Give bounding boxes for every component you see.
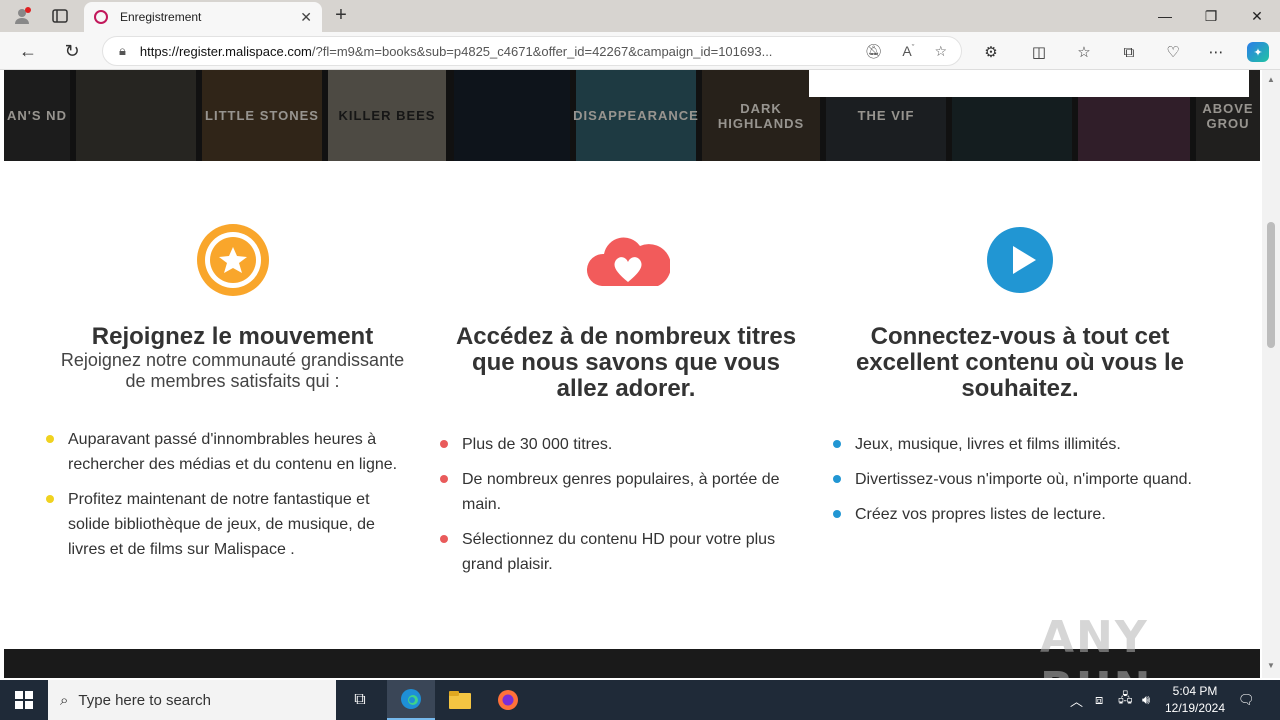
clock-time: 5:04 PM [1172, 684, 1218, 698]
network-icon[interactable]: 🖧︎ [1118, 680, 1133, 720]
windows-logo-icon [15, 691, 33, 709]
copilot-icon[interactable]: ✦ [1247, 42, 1269, 62]
show-hidden-icons[interactable]: ︿ [1070, 680, 1083, 720]
list-item: Auparavant passé d'innombrables heures à… [46, 427, 402, 477]
task-view-icon[interactable]: ⧉ [336, 680, 384, 720]
file-explorer-icon[interactable] [436, 680, 484, 720]
feature-access-titles: Accédez à de nombreux titres que nous sa… [455, 220, 797, 402]
new-tab-icon[interactable]: + [330, 4, 352, 27]
signup-form-panel [809, 70, 1249, 97]
feature-bullets-connect: Jeux, musique, livres et films illimités… [833, 432, 1193, 537]
more-options-icon[interactable]: ⋯ [1205, 42, 1227, 62]
list-item: Créez vos propres listes de lecture. [833, 502, 1193, 527]
tab-title: Enregistrement [120, 10, 202, 24]
firefox-icon[interactable] [484, 680, 532, 720]
feature-connect-anywhere: Connectez-vous à tout cet excellent cont… [850, 220, 1190, 402]
url-bar[interactable]: 🔒︎ https://register.malispace.com/?fl=m9… [102, 36, 962, 66]
anyrun-watermark: ANY RUN [1040, 612, 1150, 678]
feature-bullets-join: Auparavant passé d'innombrables heures à… [46, 427, 402, 572]
address-toolbar: ← ↻ 🔒︎ https://register.malispace.com/?f… [0, 32, 1280, 70]
collections-icon[interactable]: ⧉ [1118, 42, 1140, 62]
profile-icon[interactable] [8, 4, 36, 28]
feature-join-movement: Rejoignez le mouvement Rejoignez notre c… [60, 220, 405, 392]
close-tab-icon[interactable]: ✕ [300, 9, 312, 26]
list-item: Divertissez-vous n'importe où, n'importe… [833, 467, 1193, 492]
notifications-icon[interactable]: 🗨︎ [1238, 680, 1255, 720]
window-close-icon[interactable]: ✕ [1234, 0, 1280, 32]
read-aloud-icon[interactable]: Aˇ [902, 43, 914, 60]
tab-actions-icon[interactable] [46, 4, 74, 28]
star-badge-icon [193, 220, 273, 300]
scrollbar-thumb[interactable] [1267, 222, 1275, 348]
scroll-down-icon[interactable]: ▼ [1262, 658, 1280, 672]
refresh-icon[interactable]: ↻ [59, 39, 85, 63]
url-text[interactable]: https://register.malispace.com/?fl=m9&m=… [140, 44, 865, 59]
page-scrollbar[interactable]: ▲ ▼ [1262, 70, 1280, 678]
feature-title: Accédez à de nombreux titres que nous sa… [455, 323, 797, 402]
favorite-star-icon[interactable]: ☆ [934, 43, 947, 60]
windows-taskbar: ⌕ Type here to search ⧉ ︿ ⧈ 🖧︎ 🔊︎ 5:04 P… [0, 680, 1280, 720]
volume-icon[interactable]: 🔊︎ [1142, 680, 1150, 720]
site-favicon-icon [94, 10, 108, 24]
feature-title: Rejoignez le mouvement [91, 323, 374, 350]
split-screen-icon[interactable]: ◫ [1028, 42, 1050, 62]
minimize-icon[interactable]: — [1142, 0, 1188, 32]
search-placeholder: Type here to search [78, 691, 211, 709]
scroll-up-icon[interactable]: ▲ [1262, 72, 1280, 86]
notifications-blocked-icon[interactable]: 🔕︎ [865, 43, 883, 60]
favorites-icon[interactable]: ☆ [1073, 42, 1095, 62]
extensions-icon[interactable]: ⚙︎ [980, 42, 1002, 62]
browser-tab-bar: Enregistrement ✕ + — ❐ ✕ [0, 0, 1280, 32]
tab-enregistrement[interactable]: Enregistrement ✕ [84, 2, 322, 32]
list-item: Jeux, musique, livres et films illimités… [833, 432, 1193, 457]
feature-bullets-titles: Plus de 30 000 titres. De nombreux genre… [440, 432, 792, 587]
restore-icon[interactable]: ❐ [1188, 0, 1234, 32]
feature-subtitle: Rejoignez notre communauté grandissante … [60, 350, 405, 391]
list-item: Profitez maintenant de notre fantastique… [46, 487, 402, 562]
edge-taskbar-icon[interactable] [387, 680, 435, 720]
page-viewport: AN'S ND LITTLE STONES KILLER BEES DISAPP… [0, 70, 1262, 678]
system-clock[interactable]: 5:04 PM 12/19/2024 [1160, 683, 1230, 717]
start-button[interactable] [0, 680, 48, 720]
cloud-heart-icon [586, 220, 671, 300]
back-icon[interactable]: ← [15, 39, 41, 63]
movie-poster-banner: AN'S ND LITTLE STONES KILLER BEES DISAPP… [4, 70, 1260, 161]
play-button-icon [980, 220, 1060, 300]
lock-icon[interactable]: 🔒︎ [119, 43, 126, 59]
list-item: Sélectionnez du contenu HD pour votre pl… [440, 527, 792, 577]
list-item: De nombreux genres populaires, à portée … [440, 467, 792, 517]
feature-title: Connectez-vous à tout cet excellent cont… [855, 323, 1185, 402]
network-share-icon[interactable]: ⧈ [1095, 680, 1103, 720]
browser-essentials-icon[interactable]: ♡ [1162, 42, 1184, 62]
search-icon: ⌕ [60, 691, 69, 709]
list-item: Plus de 30 000 titres. [440, 432, 792, 457]
taskbar-search[interactable]: ⌕ Type here to search [48, 680, 336, 720]
clock-date: 12/19/2024 [1164, 701, 1226, 715]
